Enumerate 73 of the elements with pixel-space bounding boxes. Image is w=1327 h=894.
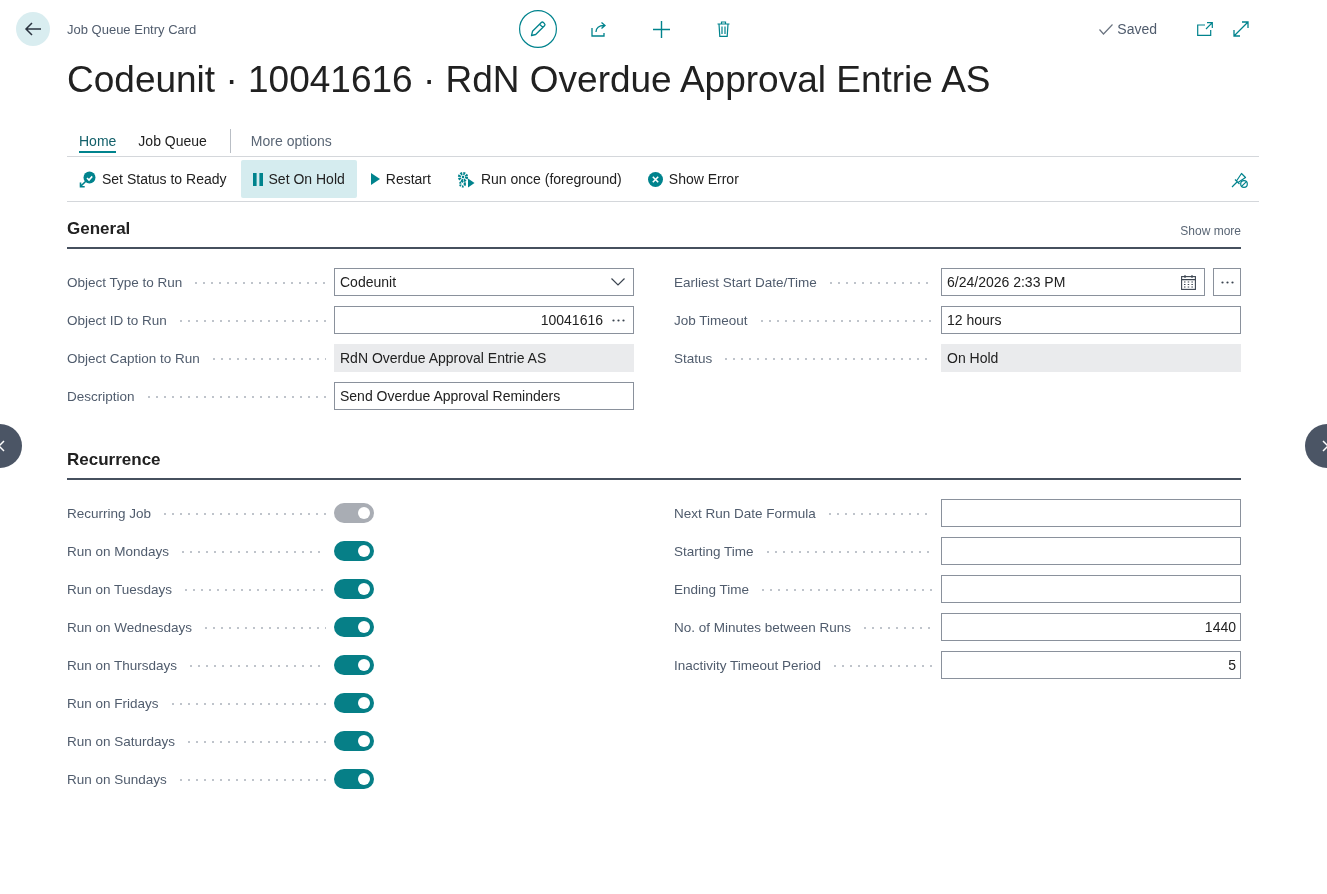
more-button[interactable] (1213, 268, 1241, 296)
section-title: Recurrence (67, 450, 161, 470)
ellipsis-icon (1220, 280, 1234, 284)
lookup-field[interactable]: 10041616 (334, 306, 634, 334)
x-circle-icon (647, 171, 663, 187)
input-field[interactable]: 1440 (941, 613, 1241, 641)
toggle-switch[interactable] (334, 579, 374, 599)
ribbon-tab[interactable]: Home (79, 130, 117, 153)
field-label: Object ID to Run (67, 312, 167, 328)
field-label: Run on Thursdays (67, 657, 178, 673)
field-label: Object Type to Run (67, 274, 183, 290)
trash-icon[interactable] (717, 21, 730, 37)
toggle-switch[interactable] (334, 655, 374, 675)
field-label: Earliest Start Date/Time (674, 274, 817, 290)
field-label: Starting Time (674, 543, 754, 559)
readonly-field: RdN Overdue Approval Entrie AS (334, 344, 634, 372)
field-label: Run on Saturdays (67, 733, 176, 749)
section-title: General (67, 219, 131, 239)
chevron-left-icon[interactable] (0, 424, 22, 468)
toggle-switch[interactable] (334, 541, 374, 561)
input-field[interactable]: Send Overdue Approval Reminders (334, 382, 634, 410)
field-label: Description (67, 388, 135, 404)
input-field[interactable]: 12 hours (941, 306, 1241, 334)
input-field[interactable]: 5 (941, 651, 1241, 679)
check-icon (1099, 23, 1114, 35)
chevron-down-icon (611, 278, 625, 286)
show-more-link[interactable]: Show more (1180, 224, 1241, 238)
field-label: Run on Sundays (67, 771, 167, 787)
date-time-field[interactable]: 6/24/2026 2:33 PM (941, 268, 1205, 296)
play-icon (370, 173, 380, 185)
field-label: Recurring Job (67, 505, 152, 521)
input-field[interactable] (941, 499, 1241, 527)
share-icon[interactable] (591, 21, 608, 37)
toggle-switch[interactable] (334, 693, 374, 713)
toggle-switch[interactable] (334, 731, 374, 751)
action-button[interactable]: Set On Hold (240, 160, 357, 198)
save-status: Saved (1117, 21, 1157, 37)
action-button[interactable]: Show Error (635, 160, 751, 198)
breadcrumb: Job Queue Entry Card (67, 21, 197, 37)
dropdown-field[interactable]: Codeunit (334, 268, 634, 296)
field-label: Next Run Date Formula (674, 505, 816, 521)
expand-icon[interactable] (1233, 21, 1249, 37)
input-field[interactable] (941, 575, 1241, 603)
field-label: Object Caption to Run (67, 350, 200, 366)
field-label: No. of Minutes between Runs (674, 619, 852, 635)
action-button[interactable]: Set Status to Ready (67, 160, 239, 198)
calendar-icon (1181, 274, 1196, 290)
action-button[interactable]: Run once (foreground) (444, 160, 634, 198)
pin-icon[interactable] (1231, 170, 1248, 188)
readonly-field: On Hold (941, 344, 1241, 372)
field-label: Run on Fridays (67, 695, 159, 711)
toggle-switch[interactable] (334, 617, 374, 637)
field-label: Status (674, 350, 713, 366)
gears-icon (456, 170, 475, 188)
plus-icon[interactable] (653, 20, 670, 38)
toggle-switch[interactable] (334, 769, 374, 789)
input-field[interactable] (941, 537, 1241, 565)
field-label: Run on Tuesdays (67, 581, 173, 597)
field-label: Ending Time (674, 581, 750, 597)
pencil-icon[interactable] (519, 10, 557, 48)
page-title: Codeunit · 10041616 · RdN Overdue Approval Entrie AS (67, 58, 991, 102)
external-window-icon[interactable] (1197, 22, 1213, 36)
ribbon-tab[interactable]: Job Queue (138, 130, 207, 153)
arrow-circle-icon (79, 170, 96, 188)
pause-icon (252, 172, 263, 186)
more-options-button[interactable]: More options (250, 132, 332, 149)
ellipsis-icon (612, 318, 625, 322)
field-label: Run on Wednesdays (67, 619, 193, 635)
field-label: Inactivity Timeout Period (674, 657, 822, 673)
chevron-right-icon[interactable] (1305, 424, 1327, 468)
action-button[interactable]: Restart (358, 160, 443, 198)
field-label: Job Timeout (674, 312, 748, 328)
field-label: Run on Mondays (67, 543, 170, 559)
